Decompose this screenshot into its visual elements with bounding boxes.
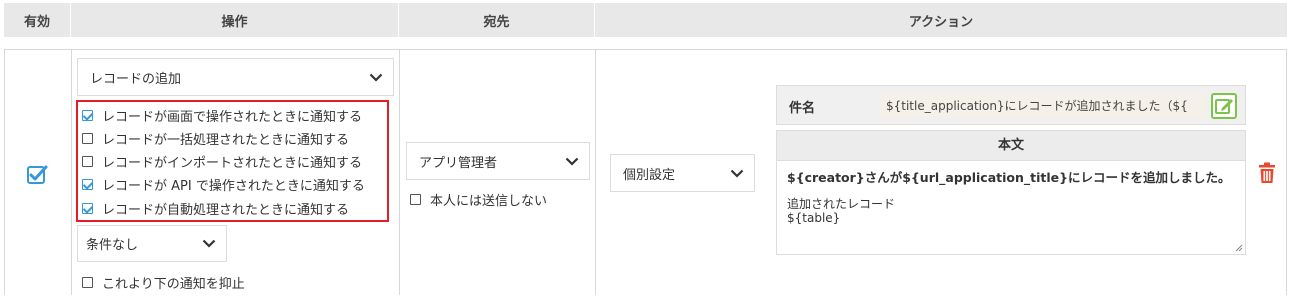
- operation-select-value: レコードの追加: [90, 71, 182, 87]
- header-action: アクション: [908, 14, 974, 30]
- option-label: レコードが API で操作されたときに通知する: [102, 179, 365, 194]
- body-textarea[interactable]: ${creator}さんが${url_application_title}にレコ…: [777, 161, 1245, 235]
- notify-option-bulk[interactable]: レコードが一括処理されたときに通知する: [82, 129, 349, 148]
- body-label: 本文: [777, 131, 1245, 161]
- destination-select-value: アプリ管理者: [419, 155, 498, 171]
- chevron-down-icon: [202, 239, 216, 248]
- body-line-2: 追加されたレコード: [787, 197, 896, 211]
- destination-select[interactable]: アプリ管理者: [406, 142, 590, 180]
- header-operation: 操作: [71, 3, 399, 37]
- option-label: 本人には送信しない: [430, 194, 548, 209]
- body-panel[interactable]: 本文 ${creator}さんが${url_application_title}…: [776, 130, 1246, 255]
- self-exclude-option[interactable]: 本人には送信しない: [410, 190, 547, 209]
- checkbox[interactable]: [410, 194, 421, 205]
- checkbox[interactable]: [82, 110, 93, 121]
- trash-icon[interactable]: [1258, 162, 1276, 184]
- option-label: レコードが自動処理されたときに通知する: [102, 203, 350, 218]
- edit-icon: [1215, 99, 1233, 114]
- option-label: これより下の通知を抑止: [102, 277, 245, 292]
- body-line-1: ${creator}さんが${url_application_title}にレコ…: [787, 170, 1231, 185]
- notify-option-screen[interactable]: レコードが画面で操作されたときに通知する: [82, 106, 362, 125]
- notify-option-api[interactable]: レコードが API で操作されたときに通知する: [82, 175, 365, 194]
- resize-handle-icon[interactable]: [1235, 244, 1243, 252]
- edit-button[interactable]: [1211, 93, 1237, 119]
- notify-option-import[interactable]: レコードがインポートされたときに通知する: [82, 152, 362, 171]
- option-label: レコードが一括処理されたときに通知する: [102, 133, 350, 148]
- checkbox[interactable]: [82, 179, 93, 190]
- enabled-checkbox-icon[interactable]: [26, 164, 48, 186]
- chevron-down-icon: [565, 157, 579, 166]
- option-label: レコードが画面で操作されたときに通知する: [102, 110, 363, 125]
- condition-select-value: 条件なし: [86, 238, 139, 253]
- action-select-value: 個別設定: [623, 167, 676, 183]
- table-header: 有効 操作 宛先 アクション: [4, 3, 1287, 37]
- valid-cell: [5, 50, 72, 295]
- checkbox[interactable]: [82, 277, 93, 288]
- subject-panel: 件名 ${title_application}にレコードが追加されました（${: [776, 85, 1246, 125]
- header-valid: 有効: [4, 3, 71, 37]
- condition-select[interactable]: 条件なし: [77, 225, 227, 262]
- notify-option-auto[interactable]: レコードが自動処理されたときに通知する: [82, 199, 349, 218]
- operation-cell: レコードの追加 レコードが画面で操作されたときに通知する レコードが一括処理され…: [72, 50, 400, 295]
- operation-select[interactable]: レコードの追加: [77, 58, 394, 96]
- action-cell: 個別設定 件名 ${title_application}にレコードが追加されまし…: [596, 50, 1286, 295]
- checkbox[interactable]: [82, 156, 93, 167]
- chevron-down-icon: [369, 73, 383, 82]
- destination-cell: アプリ管理者 本人には送信しない: [400, 50, 596, 295]
- subject-field[interactable]: ${title_application}にレコードが追加されました（${: [880, 94, 1206, 118]
- option-label: レコードがインポートされたときに通知する: [102, 156, 363, 171]
- chevron-down-icon: [730, 169, 744, 178]
- checkbox[interactable]: [82, 133, 93, 144]
- notification-row: レコードの追加 レコードが画面で操作されたときに通知する レコードが一括処理され…: [4, 49, 1287, 295]
- checkbox[interactable]: [82, 203, 93, 214]
- subject-label: 件名: [789, 101, 816, 116]
- suppress-option[interactable]: これより下の通知を抑止: [82, 273, 245, 292]
- header-destination: 宛先: [399, 3, 595, 37]
- body-line-3: ${table}: [787, 211, 841, 225]
- action-select[interactable]: 個別設定: [610, 154, 755, 192]
